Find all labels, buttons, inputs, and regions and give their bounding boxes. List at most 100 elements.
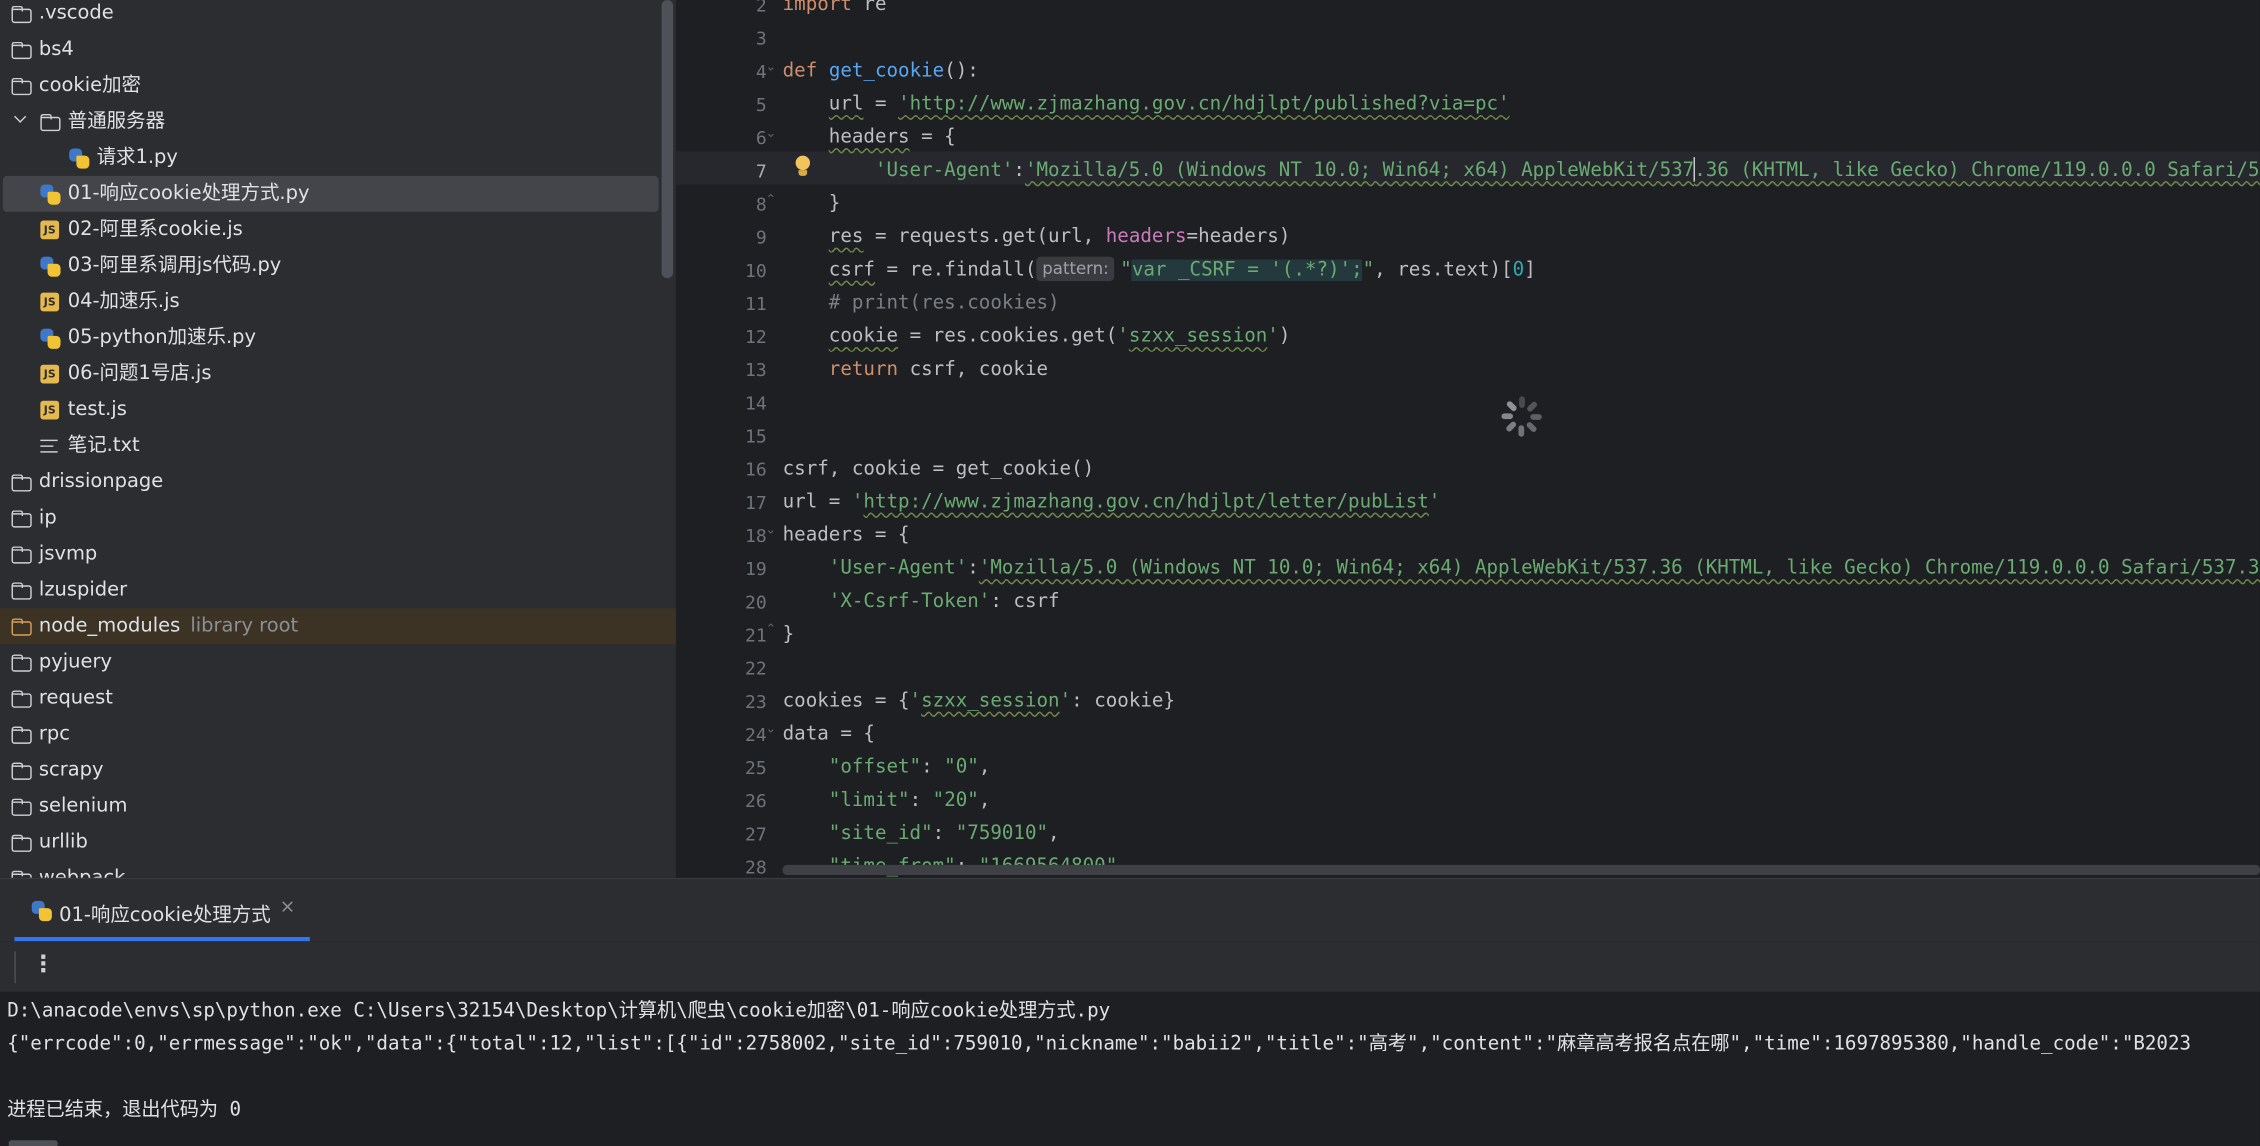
tree-item[interactable]: JS 04-加速乐.js [0,284,676,320]
line-number: 13 [745,358,767,381]
code-line[interactable]: 'X-Csrf-Token': csrf [783,585,1060,618]
code-line[interactable]: # print(res.cookies) [783,287,1060,320]
code-line[interactable]: res = requests.get(url, headers=headers) [783,221,1291,254]
folder-icon [11,510,32,528]
tree-item[interactable]: webpack [0,861,676,878]
intention-bulb-icon[interactable] [794,155,811,179]
code-line[interactable]: } [783,618,795,651]
code-line[interactable]: "offset": "0", [783,751,991,784]
fold-marker[interactable]: ⌄ [765,714,776,747]
line-number: 5 [755,93,767,116]
code-line[interactable]: cookies = {'szxx_session': cookie} [783,685,1175,718]
code-line[interactable]: csrf = re.findall(pattern: "var _CSRF = '… [783,254,1536,287]
tree-item-label: jsvmp [38,542,98,566]
tree-item-label: urllib [38,830,88,854]
js-file-icon: JS [40,292,60,312]
code-line[interactable]: headers = { [783,121,956,154]
code-line[interactable]: 'User-Agent':'Mozilla/5.0 (Windows NT 10… [783,154,2260,187]
console-scrollbar[interactable] [8,1140,58,1146]
tree-item[interactable]: 01-响应cookie处理方式.py [2,175,659,212]
line-number: 23 [745,690,767,713]
more-options-icon[interactable]: ⋮ [32,950,55,977]
code-line[interactable]: data = { [783,718,875,751]
code-line[interactable]: url = 'http://www.zjmazhang.gov.cn/hdjlp… [783,486,1441,519]
tree-item-label: drissionpage [38,469,164,493]
fold-marker[interactable]: ⌄ [765,52,776,85]
editor-horizontal-scrollbar[interactable] [782,864,2260,875]
line-number: 24 [745,723,767,746]
js-file-icon: JS [40,220,60,240]
line-number: 11 [745,292,767,315]
tree-item-label: 请求1.py [96,145,178,169]
tree-item[interactable]: drissionpage [0,464,676,500]
close-tab-icon[interactable]: × [280,897,296,919]
python-file-icon [40,328,61,349]
expand-chevron-icon[interactable] [14,112,26,124]
tree-item[interactable]: bs4 [0,32,676,68]
tree-item[interactable]: rpc [0,716,676,752]
tree-item[interactable]: 请求1.py [0,140,676,176]
code-line[interactable]: url = 'http://www.zjmazhang.gov.cn/hdjlp… [783,88,1510,121]
code-line[interactable]: "limit": "20", [783,784,991,817]
folder-icon [11,762,32,780]
code-line[interactable]: csrf, cookie = get_cookie() [783,453,1095,486]
tree-item[interactable]: urllib [0,825,676,861]
tree-item-label: 06-问题1号店.js [67,361,212,385]
code-line[interactable]: 'User-Agent':'Mozilla/5.0 (Windows NT 10… [783,552,2260,585]
code-line[interactable]: "site_id": "759010", [783,817,1060,850]
tree-item[interactable]: .vscode [0,0,676,32]
code-line[interactable]: def get_cookie(): [783,55,979,88]
tree-item-label: webpack [38,866,126,878]
tree-item[interactable]: JS 06-问题1号店.js [0,356,676,392]
line-number: 7 [755,160,767,182]
tree-item[interactable]: JS test.js [0,392,676,428]
python-file-icon [40,184,61,205]
parameter-inlay-hint: pattern: [1036,256,1115,282]
folder-icon [11,870,32,878]
code-line[interactable]: import re [783,0,887,22]
run-tab[interactable]: 01-响应cookie处理方式 × [14,879,310,942]
fold-marker[interactable]: ⌄ [765,515,776,548]
tree-item[interactable]: 03-阿里系调用js代码.py [0,248,676,284]
fold-marker[interactable]: ⌄ [765,118,776,151]
code-line[interactable]: } [783,187,841,220]
fold-marker[interactable]: ⌃ [765,185,776,218]
code-line[interactable]: return csrf, cookie [783,353,1048,386]
tree-item-label: .vscode [38,1,114,25]
tree-item[interactable]: node_modules library root [0,608,676,645]
library-root-hint: library root [190,614,299,638]
tree-item[interactable]: lzuspider [0,572,676,608]
tree-item-label: pyjuery [38,650,113,674]
code-line[interactable]: headers = { [783,519,910,552]
folder-icon [11,834,32,852]
tree-item[interactable]: ip [0,500,676,536]
tree-item[interactable]: request [0,680,676,716]
tree-item[interactable]: selenium [0,789,676,825]
line-number: 26 [745,789,767,812]
js-file-icon: JS [40,364,60,384]
tree-item[interactable]: jsvmp [0,536,676,572]
tree-scrollbar[interactable] [661,0,674,279]
project-tree: .vscode bs4 cookie加密 普通服务器请求1.py 01-响应cookie… [0,0,676,878]
tree-item[interactable]: cookie加密 [0,68,676,104]
run-toolbar: ⋮ [0,941,2260,992]
tree-item[interactable]: 笔记.txt [0,428,676,464]
tree-item[interactable]: scrapy [0,752,676,788]
code-line[interactable]: cookie = res.cookies.get('szxx_session') [783,320,1291,353]
fold-marker[interactable]: ⌃ [765,614,776,647]
folder-icon [11,546,32,564]
code-editor[interactable]: 2 3 4 5 6 7 8 9 10 11 12 13 14 15 16 17 18 19 20 21 22 23 24 25… [675,0,2260,878]
line-number: 21 [745,624,767,646]
line-number: 22 [745,657,767,679]
tree-item[interactable]: 05-python加速乐.py [0,320,676,356]
folder-icon [11,41,32,60]
tree-item[interactable]: pyjuery [0,644,676,680]
tree-item-label: bs4 [38,37,74,61]
js-file-icon: JS [40,400,60,420]
tree-item[interactable]: JS 02-阿里系cookie.js [0,212,676,248]
tree-item-label: request [38,686,113,710]
line-number: 9 [755,226,767,248]
tree-item-label: 04-加速乐.js [67,289,180,313]
tree-item[interactable]: 普通服务器 [0,104,676,140]
folder-icon [11,474,32,492]
